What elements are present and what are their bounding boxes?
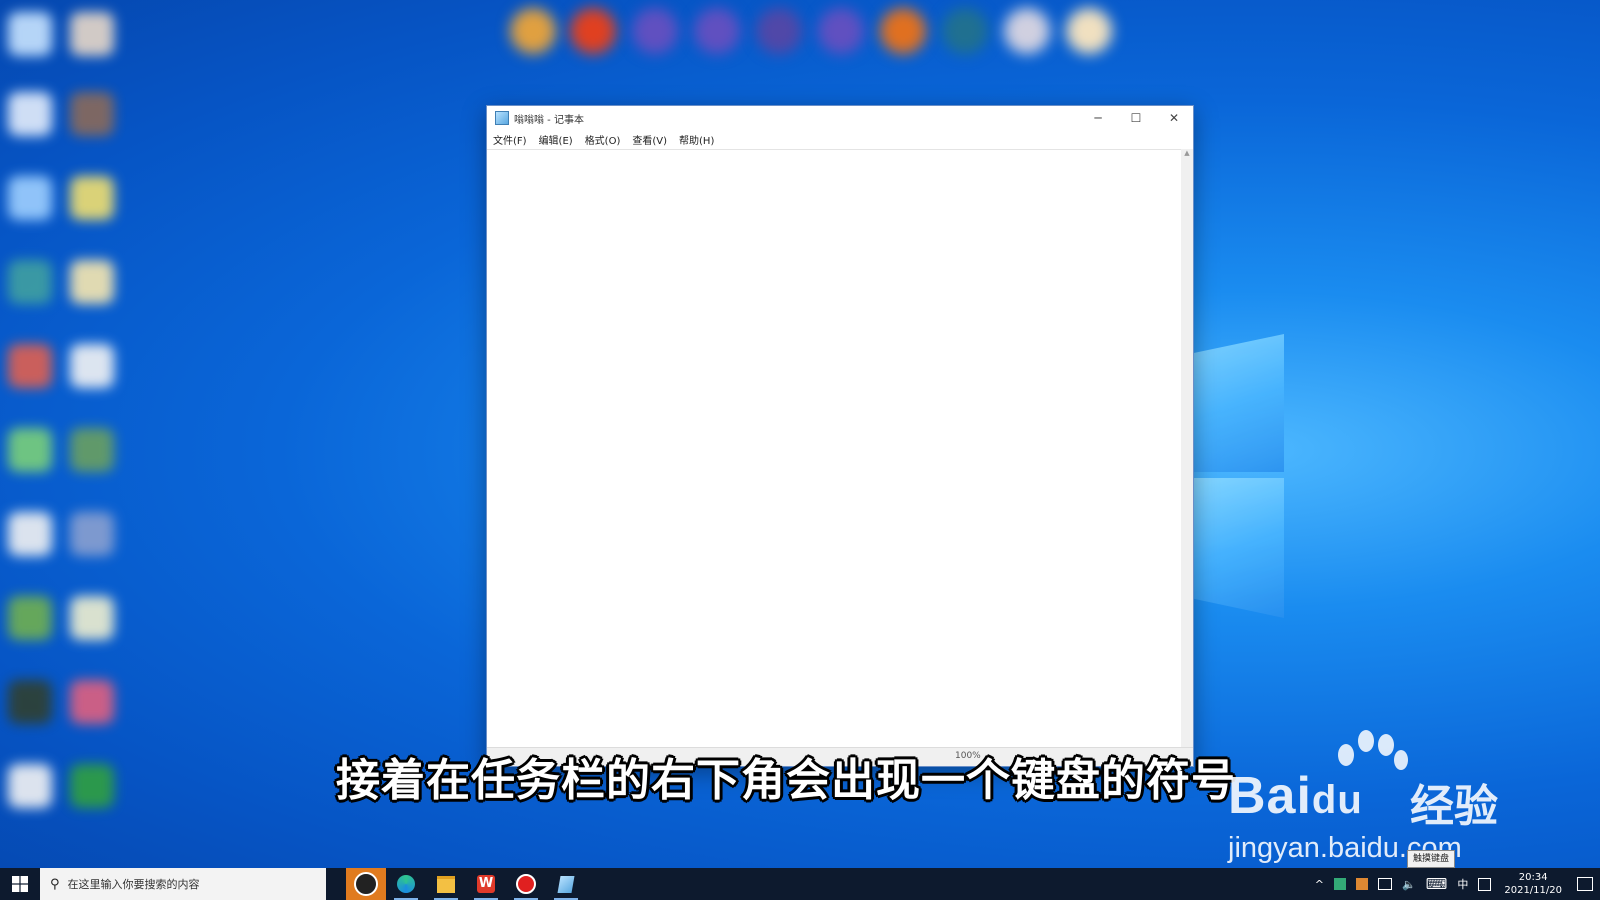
- notification-center-icon[interactable]: [1570, 877, 1600, 891]
- desktop-icon[interactable]: [510, 8, 556, 54]
- clock-date: 2021/11/20: [1504, 885, 1562, 896]
- record-icon: [516, 874, 536, 894]
- desktop-icon[interactable]: [8, 680, 52, 724]
- taskbar-search-box[interactable]: ⚲ 在这里输入你要搜索的内容: [40, 868, 326, 900]
- desktop-icon[interactable]: [756, 8, 802, 54]
- system-tray: ^ 🔈 ⌨ 中 20:34 2021/11/20: [1310, 868, 1600, 900]
- menu-bar: 文件(F) 编辑(E) 格式(O) 查看(V) 帮助(H): [487, 130, 1193, 148]
- desktop-icon[interactable]: [70, 764, 114, 808]
- desktop-icons: [0, 0, 130, 860]
- network-icon[interactable]: [1378, 878, 1392, 890]
- desktop-icon[interactable]: [818, 8, 864, 54]
- minimize-button[interactable]: ─: [1079, 106, 1117, 130]
- maximize-button[interactable]: ☐: [1117, 106, 1155, 130]
- text-editor-area[interactable]: [487, 149, 1181, 748]
- search-icon: ⚲: [50, 876, 60, 892]
- desktop-icon[interactable]: [570, 8, 616, 54]
- windows-logo-wallpaper: [1192, 318, 1284, 618]
- user-avatar-icon: [354, 872, 378, 896]
- windows-start-icon: [12, 876, 28, 892]
- desktop-icon[interactable]: [8, 12, 52, 56]
- desktop-icon[interactable]: [70, 596, 114, 640]
- vertical-scrollbar[interactable]: ▲: [1181, 149, 1193, 748]
- desktop-icon[interactable]: [70, 344, 114, 388]
- taskbar-clock[interactable]: 20:34 2021/11/20: [1504, 871, 1562, 897]
- desktop-icon[interactable]: [8, 512, 52, 556]
- menu-file[interactable]: 文件(F): [493, 132, 527, 147]
- desktop-icon[interactable]: [8, 428, 52, 472]
- tray-chevron-icon[interactable]: ^: [1315, 878, 1324, 891]
- desktop-icon[interactable]: [8, 92, 52, 136]
- desktop-icon[interactable]: [8, 344, 52, 388]
- notepad-icon: [557, 875, 575, 893]
- touch-keyboard-icon[interactable]: ⌨: [1426, 875, 1448, 893]
- desktop-icon[interactable]: [70, 428, 114, 472]
- taskbar-app-notepad[interactable]: [546, 868, 586, 900]
- desktop-icon[interactable]: [70, 12, 114, 56]
- menu-format[interactable]: 格式(O): [585, 132, 621, 147]
- desktop-icon[interactable]: [694, 8, 740, 54]
- tray-app-icon[interactable]: [1356, 878, 1368, 890]
- notepad-window[interactable]: 嗡嗡嗡 - 记事本 ─ ☐ ✕ 文件(F) 编辑(E) 格式(O) 查看(V) …: [486, 105, 1194, 767]
- desktop-icon[interactable]: [942, 8, 988, 54]
- ime-mode-icon[interactable]: [1478, 877, 1492, 891]
- menu-view[interactable]: 查看(V): [632, 132, 667, 147]
- taskbar-app-recorder[interactable]: [506, 868, 546, 900]
- watermark-brand: Baidu: [1228, 767, 1363, 825]
- taskbar-app-wps[interactable]: W: [466, 868, 506, 900]
- taskbar-app-edge[interactable]: [386, 868, 426, 900]
- start-button[interactable]: [0, 868, 40, 900]
- desktop-icon[interactable]: [70, 176, 114, 220]
- wps-office-icon: W: [477, 875, 495, 893]
- window-title: 嗡嗡嗡 - 记事本: [514, 114, 584, 126]
- tray-app-icon[interactable]: [1334, 878, 1346, 890]
- desktop-icon[interactable]: [70, 92, 114, 136]
- desktop-icon[interactable]: [1004, 8, 1050, 54]
- desktop-icon[interactable]: [8, 596, 52, 640]
- title-bar[interactable]: 嗡嗡嗡 - 记事本 ─ ☐ ✕: [487, 106, 1193, 130]
- desktop-icon[interactable]: [8, 176, 52, 220]
- scroll-up-icon[interactable]: ▲: [1181, 149, 1193, 157]
- touch-keyboard-tooltip: 触摸键盘: [1407, 850, 1456, 868]
- desktop-icon[interactable]: [8, 764, 52, 808]
- video-subtitle: 接着在任务栏的右下角会出现一个键盘的符号: [336, 755, 1236, 806]
- volume-icon[interactable]: 🔈: [1402, 878, 1416, 891]
- desktop-top-icons: [500, 0, 1140, 80]
- taskbar-app-explorer[interactable]: [426, 868, 466, 900]
- search-placeholder: 在这里输入你要搜索的内容: [67, 878, 200, 891]
- desktop-icon[interactable]: [8, 260, 52, 304]
- menu-help[interactable]: 帮助(H): [679, 132, 714, 147]
- desktop-icon[interactable]: [1066, 8, 1112, 54]
- notepad-icon: [495, 111, 509, 125]
- baidu-jingyan-watermark: Baidu 经验 jingyan.baidu.com: [1228, 728, 1518, 868]
- menu-edit[interactable]: 编辑(E): [539, 132, 573, 147]
- edge-browser-icon: [397, 875, 415, 893]
- desktop-icon[interactable]: [70, 512, 114, 556]
- watermark-jingyan: 经验: [1410, 781, 1498, 832]
- ime-indicator[interactable]: 中: [1457, 876, 1468, 892]
- folder-icon: [437, 875, 455, 893]
- desktop-icon[interactable]: [70, 260, 114, 304]
- desktop-icon[interactable]: [632, 8, 678, 54]
- desktop-icon[interactable]: [880, 8, 926, 54]
- clock-time: 20:34: [1518, 872, 1548, 883]
- taskbar-app-avatar[interactable]: [346, 868, 386, 900]
- taskbar: ⚲ 在这里输入你要搜索的内容 W ^ 🔈 ⌨ 中 20:34 2021/11/2…: [0, 868, 1600, 900]
- desktop-icon[interactable]: [70, 680, 114, 724]
- close-button[interactable]: ✕: [1155, 106, 1193, 130]
